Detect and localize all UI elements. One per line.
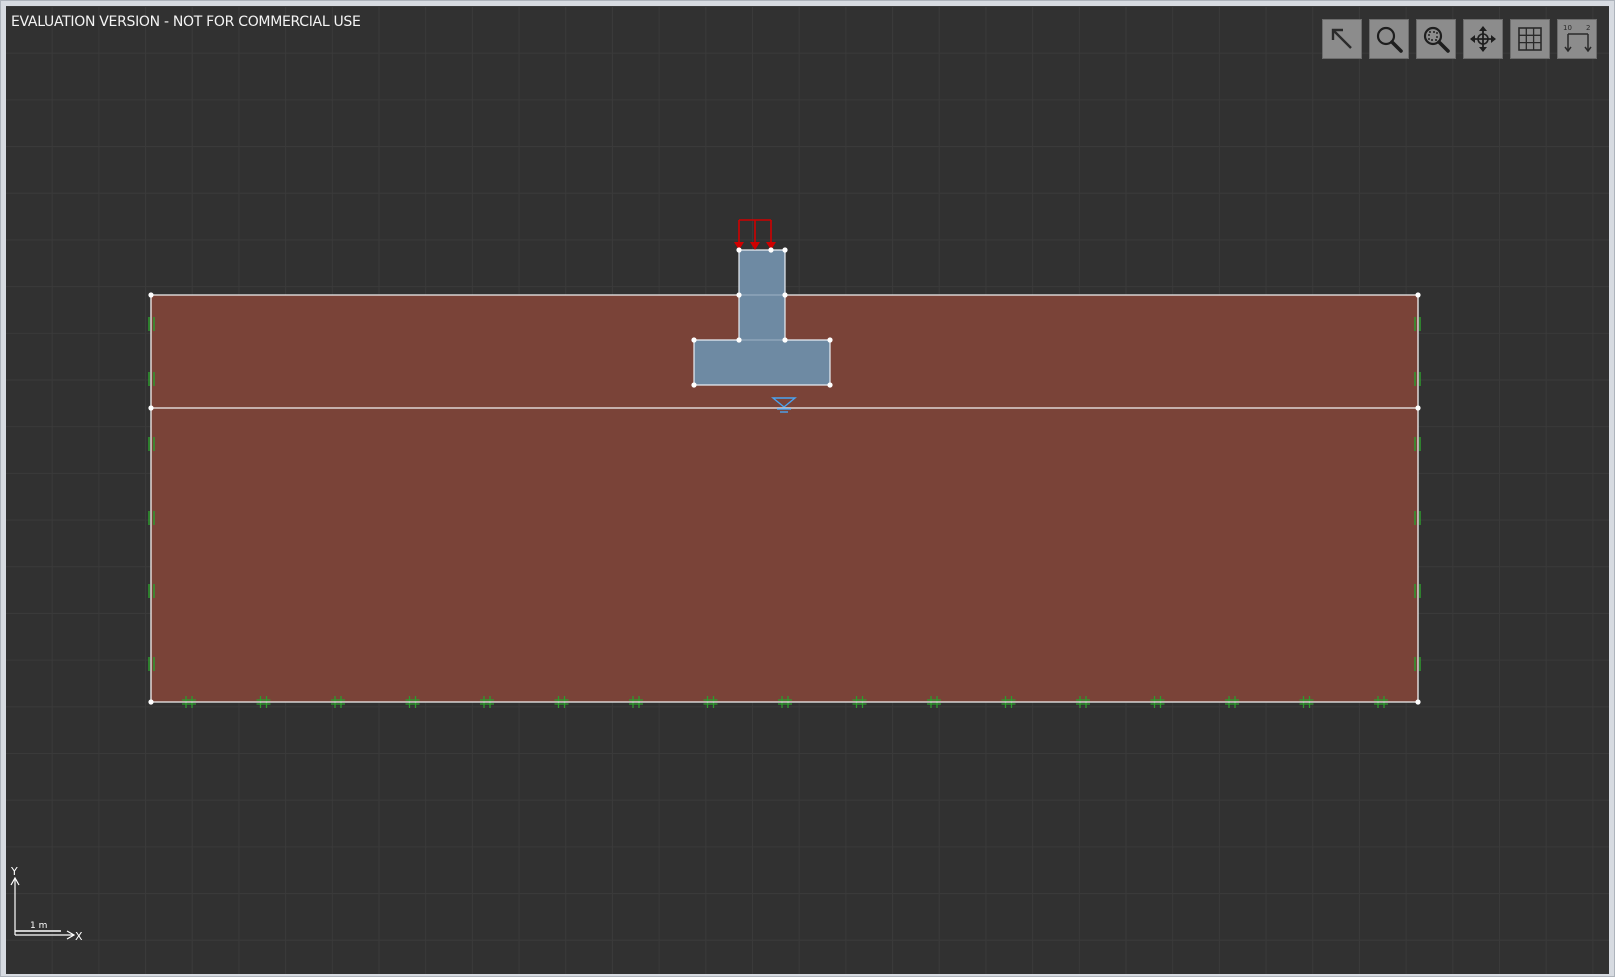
grid-icon bbox=[1518, 27, 1542, 51]
evaluation-watermark: EVALUATION VERSION - NOT FOR COMMERCIAL … bbox=[11, 14, 361, 30]
pan-icon bbox=[1470, 26, 1496, 52]
view-toolbar: 10 2 bbox=[1322, 19, 1597, 59]
zoom-extents-icon bbox=[1423, 26, 1450, 53]
scale-label: 1 m bbox=[30, 921, 47, 931]
axis-x-label: X bbox=[75, 930, 83, 943]
grid-button[interactable] bbox=[1510, 19, 1550, 59]
distributed-load[interactable] bbox=[734, 219, 776, 250]
window-frame: Y X 1 m EVALUATION VERSION - NOT FOR COM… bbox=[0, 0, 1615, 977]
select-button[interactable] bbox=[1322, 19, 1362, 59]
dimension-button[interactable]: 10 2 bbox=[1557, 19, 1597, 59]
model-drawing: Y X 1 m bbox=[10, 219, 1421, 943]
soil-layer-lower[interactable] bbox=[151, 408, 1418, 702]
dimension-label-right: 2 bbox=[1586, 24, 1590, 32]
select-arrow-icon bbox=[1331, 28, 1352, 49]
zoom-button[interactable] bbox=[1369, 19, 1409, 59]
zoom-icon bbox=[1376, 26, 1403, 53]
dimension-label-left: 10 bbox=[1563, 24, 1572, 32]
model-canvas[interactable]: Y X 1 m EVALUATION VERSION - NOT FOR COM… bbox=[6, 6, 1609, 974]
zoom-extents-button[interactable] bbox=[1416, 19, 1456, 59]
axis-y-label: Y bbox=[10, 865, 18, 878]
dimension-icon: 10 2 bbox=[1563, 24, 1592, 53]
pan-button[interactable] bbox=[1463, 19, 1503, 59]
